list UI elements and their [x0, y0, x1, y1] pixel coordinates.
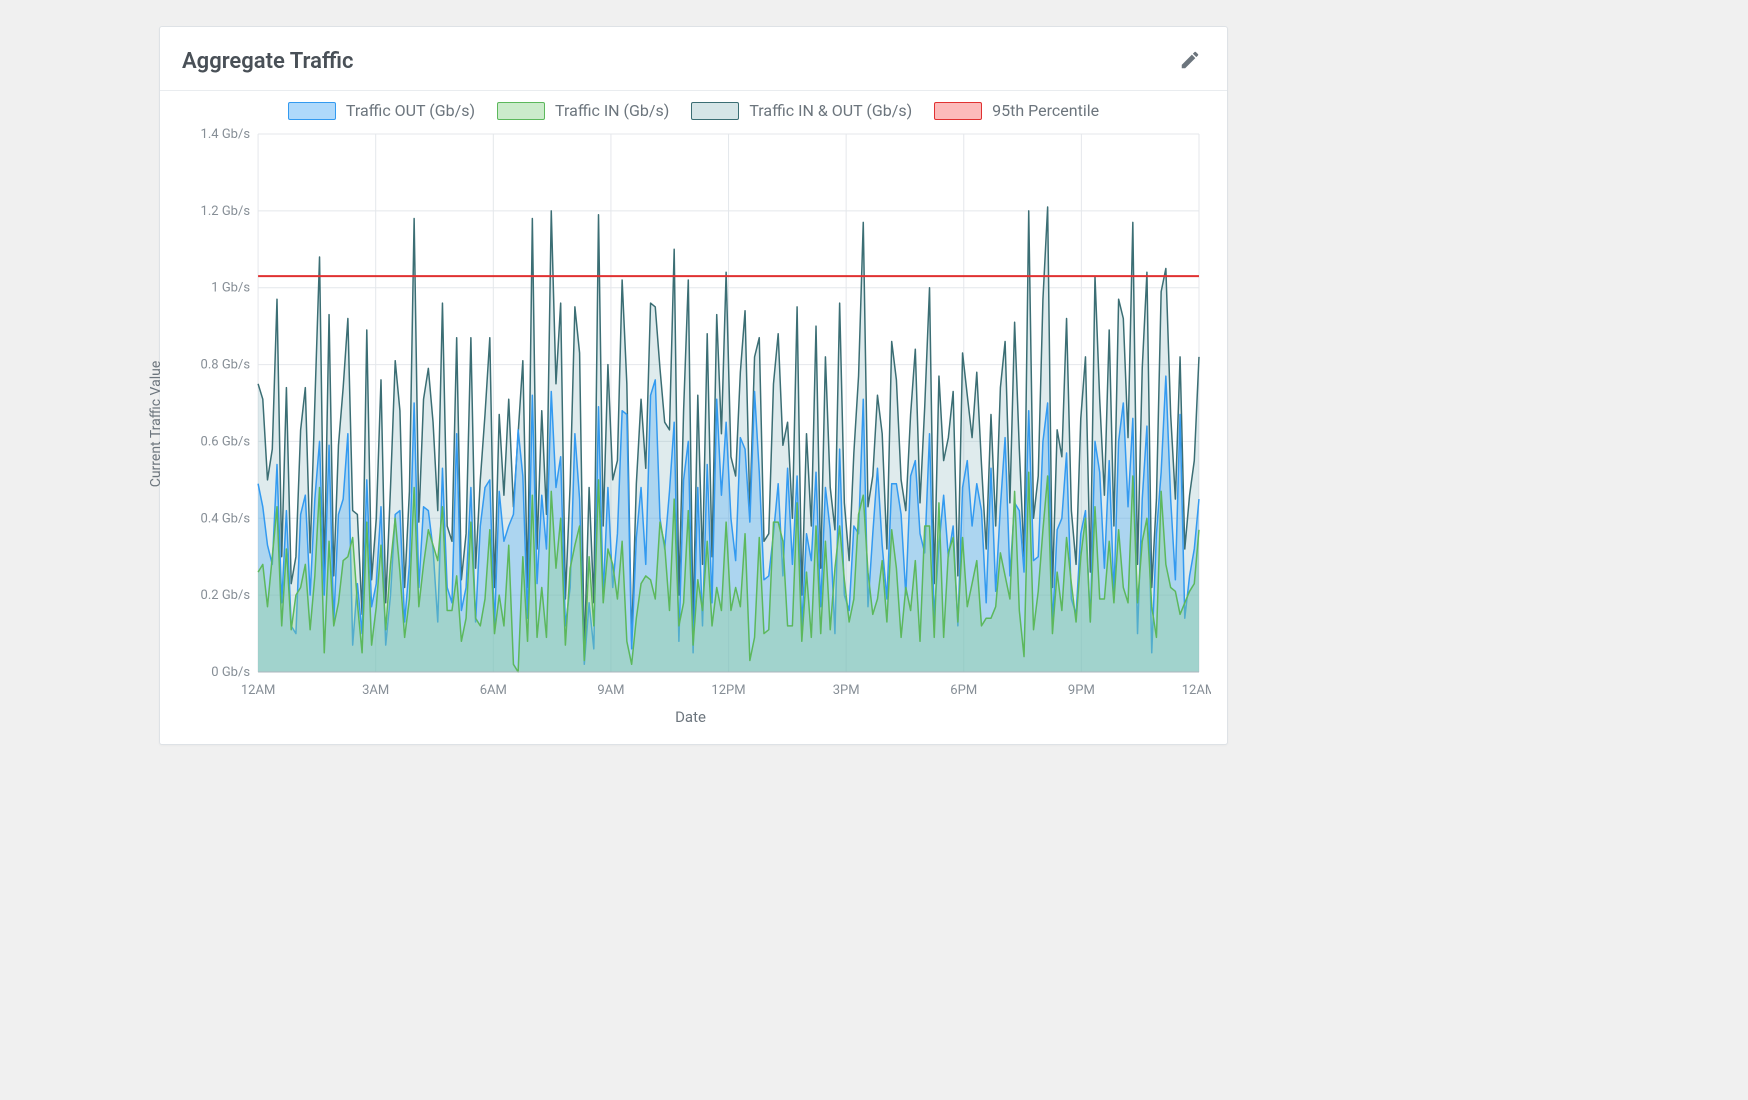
legend-swatch-in [497, 102, 545, 120]
chart-area: Current Traffic Value 0 Gb/s0.2 Gb/s0.4 … [170, 124, 1211, 724]
svg-text:0.6 Gb/s: 0.6 Gb/s [201, 434, 251, 449]
svg-text:9AM: 9AM [597, 683, 624, 698]
svg-text:12AM: 12AM [241, 683, 275, 698]
svg-text:3AM: 3AM [362, 683, 389, 698]
svg-text:3PM: 3PM [833, 683, 860, 698]
svg-text:0.4 Gb/s: 0.4 Gb/s [201, 511, 251, 526]
edit-button[interactable] [1175, 45, 1205, 78]
traffic-chart[interactable]: 0 Gb/s 0.2 Gb/s 0.4 Gb/s 0.6 Gb/s 0.8 Gb/s 1 … [170, 124, 1211, 724]
chart-legend: Traffic OUT (Gb/s) Traffic IN (Gb/s) Tra… [160, 91, 1227, 124]
svg-text:1.4 Gb/s: 1.4 Gb/s [201, 127, 251, 142]
legend-label-out: Traffic OUT (Gb/s) [346, 101, 475, 120]
legend-label-95th: 95th Percentile [992, 101, 1099, 120]
y-axis-label: Current Traffic Value [148, 361, 164, 488]
legend-item-traffic-inout[interactable]: Traffic IN & OUT (Gb/s) [691, 101, 912, 120]
svg-text:6PM: 6PM [950, 683, 977, 698]
svg-text:0.2 Gb/s: 0.2 Gb/s [201, 588, 251, 603]
svg-text:12PM: 12PM [711, 683, 745, 698]
x-axis-label: Date [675, 708, 706, 726]
legend-item-traffic-out[interactable]: Traffic OUT (Gb/s) [288, 101, 475, 120]
pencil-icon [1179, 59, 1201, 74]
svg-text:0.8 Gb/s: 0.8 Gb/s [201, 358, 251, 373]
legend-swatch-out [288, 102, 336, 120]
svg-text:6AM: 6AM [480, 683, 507, 698]
svg-text:1 Gb/s: 1 Gb/s [211, 281, 250, 296]
legend-swatch-95th [934, 102, 982, 120]
card-header: Aggregate Traffic [160, 27, 1227, 91]
legend-item-95th[interactable]: 95th Percentile [934, 101, 1099, 120]
svg-text:0 Gb/s: 0 Gb/s [211, 665, 250, 680]
svg-text:1.2 Gb/s: 1.2 Gb/s [201, 204, 251, 219]
svg-text:9PM: 9PM [1068, 683, 1095, 698]
legend-swatch-inout [691, 102, 739, 120]
legend-label-in: Traffic IN (Gb/s) [555, 101, 669, 120]
legend-label-inout: Traffic IN & OUT (Gb/s) [749, 101, 912, 120]
legend-item-traffic-in[interactable]: Traffic IN (Gb/s) [497, 101, 669, 120]
svg-text:12AM: 12AM [1182, 683, 1211, 698]
card-title: Aggregate Traffic [182, 49, 353, 74]
aggregate-traffic-card: Aggregate Traffic Traffic OUT (Gb/s) Tra… [159, 26, 1228, 745]
